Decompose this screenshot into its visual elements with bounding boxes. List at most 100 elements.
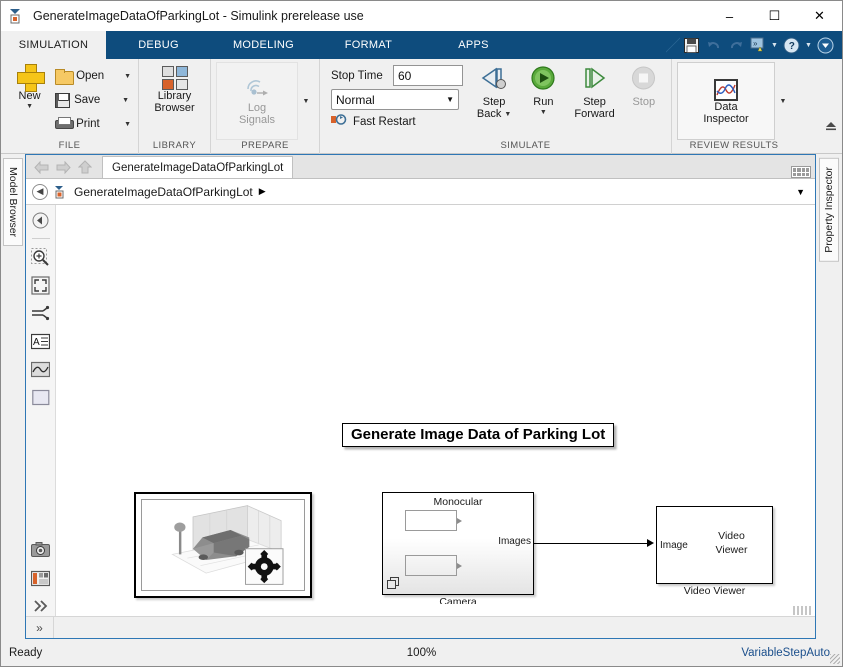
step-back-icon [480,66,508,96]
simulation-3d-scene-configuration-block[interactable] [134,492,312,598]
save-icon[interactable] [681,35,702,56]
nav-forward-button[interactable] [52,156,74,178]
window-resize-grip[interactable] [830,654,840,664]
signal-routing-icon[interactable] [31,303,51,323]
review-results-more-caret-icon[interactable]: ▼ [775,62,791,140]
right-panel-tabs: Property Inspector [816,154,842,639]
help-icon[interactable]: ? [781,35,802,56]
model-browser-tab[interactable]: Model Browser [3,158,23,246]
ribbon-group-simulate: Stop Time 60 Normal ▼ [320,59,672,154]
nav-up-button[interactable] [74,156,96,178]
group-label-simulate: SIMULATE [385,140,666,154]
step-back-button[interactable]: Step Back ▼ [469,62,519,120]
ribbon-toolbar: New ▼ Open ▼ Save ▼ [1,59,842,154]
model-icon [54,185,68,199]
keyboard-shortcuts-icon[interactable] [791,166,811,178]
open-caret-icon[interactable]: ▼ [124,73,131,80]
camera-output-port-label: Images [498,536,531,547]
customize-toolbar-caret-icon[interactable]: ▼ [769,35,780,56]
model-editor: GenerateImageDataOfParkingLot ◀ Generate… [25,154,816,639]
data-inspector-button[interactable]: Data Inspector [677,62,775,140]
ribbon-group-file: New ▼ Open ▼ Save ▼ [1,59,139,154]
tab-format[interactable]: FORMAT [316,31,421,59]
help-caret-icon[interactable]: ▼ [803,35,814,56]
camera-inner-port-2 [405,555,457,576]
canvas-tool-palette: A [26,205,56,616]
legend-icon[interactable] [31,568,51,588]
model-canvas[interactable]: Generate Image Data of Parking Lot [56,205,815,616]
new-button[interactable]: New ▼ [6,62,53,111]
zoom-in-icon[interactable] [31,247,51,267]
customize-toolbar-icon[interactable]: » [747,35,768,56]
close-button[interactable]: ✕ [797,1,842,31]
run-label: Run [533,96,553,108]
model-tab[interactable]: GenerateImageDataOfParkingLot [102,156,293,178]
navigate-back-icon[interactable] [31,210,51,230]
stop-time-input[interactable]: 60 [393,65,463,86]
tab-simulation[interactable]: SIMULATION [1,31,106,59]
undo-icon[interactable] [703,35,724,56]
group-label-review-results: REVIEW RESULTS [677,140,791,154]
canvas-resize-grip[interactable] [793,606,811,615]
canvas-horizontal-scrollbar[interactable] [56,604,815,616]
fast-restart-label[interactable]: Fast Restart [353,116,416,128]
tool-divider [32,238,50,239]
tab-debug[interactable]: DEBUG [106,31,211,59]
breadcrumb-back-icon[interactable]: ◀ [32,184,48,200]
breadcrumb-dropdown-icon[interactable]: ▼ [796,187,809,197]
save-button[interactable]: Save ▼ [53,88,133,112]
ribbon-group-library: Library Browser LIBRARY [139,59,211,154]
redo-icon[interactable] [725,35,746,56]
simulation-mode-select[interactable]: Normal ▼ [331,89,459,110]
save-caret-icon[interactable]: ▼ [122,97,129,104]
camera-block-title: Monocular [383,496,533,508]
breadcrumb-chevron-icon[interactable]: ▶ [259,186,266,197]
step-back-caret-icon[interactable]: ▼ [504,110,511,119]
open-button[interactable]: Open ▼ [53,64,133,88]
log-signals-button[interactable]: Log Signals [216,62,298,140]
more-tools-icon[interactable] [31,596,51,616]
prepare-more-caret-icon[interactable]: ▼ [298,62,314,140]
monocular-camera-block[interactable]: Monocular Images Camera [382,492,534,595]
expand-panel-icon[interactable]: » [26,617,54,638]
floppy-icon [55,93,70,108]
camera-inner-tick-1 [457,518,462,524]
new-caret-icon[interactable]: ▼ [26,102,33,111]
log-signals-icon [244,78,270,102]
library-browser-button[interactable]: Library Browser [144,62,205,114]
stop-button[interactable]: Stop [622,62,666,108]
print-caret-icon[interactable]: ▼ [124,121,131,128]
annotation-icon[interactable]: A [31,331,51,351]
save-label: Save [74,94,108,106]
collapse-ribbon-button[interactable] [824,119,838,137]
print-button[interactable]: Print ▼ [53,112,133,136]
title-annotation[interactable]: Generate Image Data of Parking Lot [342,423,614,447]
wire-images-to-image [534,543,648,544]
scope-icon[interactable] [31,359,51,379]
fit-to-view-icon[interactable] [31,275,51,295]
zoom-level[interactable]: 100% [1,647,842,659]
library-browser-label-1: Library [158,90,192,102]
print-label: Print [76,118,110,130]
tab-modeling[interactable]: MODELING [211,31,316,59]
left-panel-tabs: Model Browser [1,154,25,639]
simulink-window: GenerateImageDataOfParkingLot - Simulink… [0,0,843,667]
property-inspector-tab[interactable]: Property Inspector [819,158,839,262]
screenshot-icon[interactable] [31,540,51,560]
qat-divider [666,31,680,59]
step-back-label-2: Back [477,108,501,120]
maximize-button[interactable]: ☐ [752,1,797,31]
tab-apps[interactable]: APPS [421,31,526,59]
video-viewer-block[interactable]: Image Video Viewer Video Viewer [656,506,773,584]
run-caret-icon[interactable]: ▼ [540,108,547,117]
model-tab-strip: GenerateImageDataOfParkingLot [26,155,815,179]
show-more-icon[interactable] [815,35,836,56]
step-forward-button[interactable]: Step Forward [568,62,622,120]
breadcrumb-model-name[interactable]: GenerateImageDataOfParkingLot [74,185,253,199]
group-label-library: LIBRARY [144,140,205,154]
log-signals-label-2: Signals [239,114,275,126]
nav-back-button[interactable] [30,156,52,178]
area-icon[interactable] [31,387,51,407]
run-button[interactable]: Run ▼ [519,62,567,117]
minimize-button[interactable]: – [707,1,752,31]
